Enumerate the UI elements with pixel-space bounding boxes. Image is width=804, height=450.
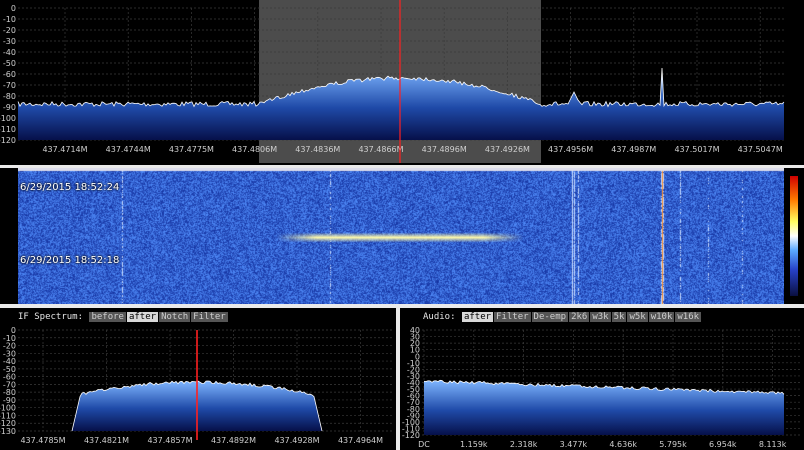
- main-x-tick-label: 437.4926M: [485, 145, 530, 154]
- main-y-tick-label: -20: [3, 26, 16, 35]
- if-spectrum-plot[interactable]: 0-10-20-30-40-50-60-70-80-90-100-110-120…: [0, 308, 396, 450]
- audio-x-tick-label: DC: [418, 440, 430, 449]
- main-y-tick-label: -90: [3, 103, 16, 112]
- waterfall-timestamp-1: 6/29/2015 18:52:24: [20, 182, 120, 193]
- main-x-tick-label: 437.4806M: [232, 145, 277, 154]
- main-y-tick-label: -60: [3, 70, 16, 79]
- waterfall-canvas[interactable]: [18, 168, 784, 304]
- waterfall-display[interactable]: 6/29/2015 18:52:24 6/29/2015 18:52:18: [18, 168, 784, 304]
- main-x-tick-label: 437.4866M: [358, 145, 403, 154]
- main-y-tick-label: -10: [3, 15, 16, 24]
- audio-y-tick-label: -120: [402, 431, 420, 440]
- main-x-tick-label: 437.4836M: [295, 145, 340, 154]
- waterfall-color-scale: [790, 176, 798, 296]
- main-y-tick-label: -120: [0, 136, 16, 145]
- main-spectrum-fill: [18, 68, 784, 140]
- audio-x-tick-label: 8.113k: [759, 440, 787, 449]
- audio-x-tick-label: 3.477k: [560, 440, 588, 449]
- audio-x-tick-label: 2.318k: [510, 440, 538, 449]
- audio-x-tick-label: 6.954k: [709, 440, 737, 449]
- if-x-tick-label: 437.4964M: [338, 436, 383, 445]
- main-y-tick-label: -40: [3, 48, 16, 57]
- main-y-tick-label: -100: [0, 114, 16, 123]
- main-x-tick-label: 437.4896M: [422, 145, 467, 154]
- if-x-tick-label: 437.4928M: [274, 436, 319, 445]
- main-x-tick-label: 437.5047M: [738, 145, 783, 154]
- main-spectrum-plot[interactable]: 0 -10 -20 -30 -40 -50 -60 -70 -80 -90 -100 -110 -120…: [0, 0, 804, 165]
- main-x-tick-label: 437.4744M: [106, 145, 151, 154]
- main-spectrum-panel[interactable]: 0 -10 -20 -30 -40 -50 -60 -70 -80 -90 -100 -110 -120…: [0, 0, 804, 165]
- if-x-tick-label: 437.4821M: [84, 436, 129, 445]
- audio-x-tick-label: 1.159k: [460, 440, 488, 449]
- audio-spectrum-panel[interactable]: Audio: after Filter De-emp 2k6 w3k 5k w5k w10k w…: [400, 308, 804, 450]
- main-y-tick-label: -110: [0, 125, 16, 134]
- main-y-tick-label: -50: [3, 59, 16, 68]
- if-x-tick-label: 437.4857M: [147, 436, 192, 445]
- main-y-tick-label: -70: [3, 81, 16, 90]
- main-x-tick-label: 437.4956M: [548, 145, 593, 154]
- if-spectrum-panel[interactable]: IF Spectrum: before after Notch Filter 0 -10…: [0, 308, 396, 450]
- audio-spectrum-plot[interactable]: 403020100-10-20-30-40-50-60-70-80-90-100…: [400, 308, 804, 450]
- main-x-tick-label: 437.4775M: [169, 145, 214, 154]
- main-y-tick-label: -80: [3, 92, 16, 101]
- audio-spectrum-fill: [424, 380, 784, 435]
- if-y-tick-label: -130: [0, 427, 16, 436]
- main-x-tick-label: 437.4987M: [611, 145, 656, 154]
- waterfall-timestamp-2: 6/29/2015 18:52:18: [20, 255, 120, 266]
- main-y-tick-label: -30: [3, 37, 16, 46]
- audio-x-tick-label: 4.636k: [609, 440, 637, 449]
- audio-x-tick-label: 5.795k: [659, 440, 687, 449]
- if-x-tick-label: 437.4785M: [20, 436, 65, 445]
- main-x-tick-label: 437.5017M: [674, 145, 719, 154]
- if-x-tick-label: 437.4892M: [211, 436, 256, 445]
- main-x-tick-label: 437.4714M: [42, 145, 87, 154]
- main-y-tick-label: 0: [11, 4, 16, 13]
